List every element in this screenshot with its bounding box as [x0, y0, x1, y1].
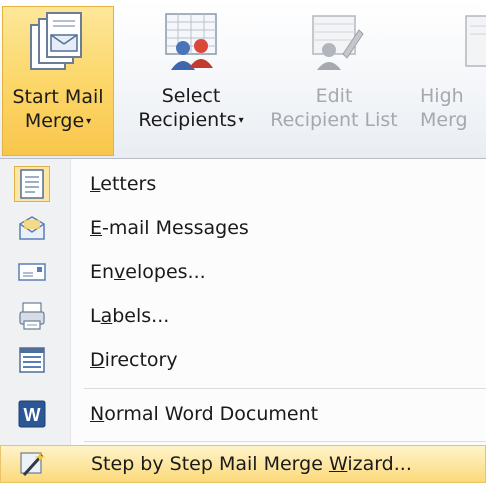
accelerator-key: L [90, 173, 101, 195]
accelerator-key: a [100, 305, 113, 327]
label-text: etters [100, 173, 157, 195]
edit-recipient-list-label-line2: Recipient List [270, 109, 398, 131]
wizard-icon [15, 446, 51, 482]
svg-text:W: W [24, 405, 41, 425]
directory-icon [14, 342, 50, 378]
accelerator-key: D [90, 349, 105, 371]
menu-item-label: Step by Step Mail Merge Wizard... [91, 453, 412, 475]
accelerator-key: E [90, 217, 103, 239]
highlight-merge-fields-icon [465, 15, 486, 67]
select-recipients-label-line1: Select [161, 85, 221, 107]
select-recipients-label-text: Recipients [138, 109, 237, 131]
accelerator-key: W [328, 453, 348, 475]
highlight-merge-fields-button[interactable]: High Merg [406, 6, 486, 156]
menu-item-label: E-mail Messages [90, 217, 249, 239]
edit-recipient-list-label-line1: Edit [315, 85, 353, 107]
label-text: elopes... [125, 261, 206, 283]
edit-recipient-list-button[interactable]: Edit Recipient List [266, 6, 402, 156]
menu-separator [84, 388, 486, 389]
label-text: Step by Step Mail Merge [91, 453, 329, 475]
menu-item-label: Normal Word Document [90, 403, 318, 425]
email-messages-icon [14, 210, 50, 246]
start-mail-merge-label-line2: Merge ▾ [25, 109, 91, 134]
highlight-merge-fields-label-line2: Merg [420, 109, 468, 131]
menu-item-labels[interactable]: Labels... [0, 295, 486, 337]
select-recipients-label-line2: Recipients ▾ [138, 108, 243, 133]
dropdown-arrow-icon: ▾ [238, 114, 244, 126]
start-mail-merge-label-text: Merge [24, 110, 85, 132]
select-recipients-button[interactable]: Select Recipients ▾ [118, 6, 264, 156]
menu-item-directory[interactable]: Directory [0, 339, 486, 381]
menu-item-label: Labels... [90, 305, 169, 327]
label-text: -mail Messages [102, 217, 249, 239]
label-text: bels... [112, 305, 170, 327]
dropdown-arrow-icon: ▾ [86, 115, 92, 127]
label-text: irectory [104, 349, 178, 371]
start-mail-merge-label-line1: Start Mail [12, 86, 104, 108]
accelerator-key: v [114, 261, 126, 283]
label-text: izard... [347, 453, 412, 475]
menu-item-letters[interactable]: Letters [0, 163, 486, 205]
label-text: En [90, 261, 115, 283]
menu-item-step-by-step-wizard[interactable]: Step by Step Mail Merge Wizard... [0, 445, 486, 483]
label-text: L [90, 305, 101, 327]
start-mail-merge-menu: Letters E-mail Messages Envelopes... Lab… [0, 158, 486, 483]
menu-separator [84, 441, 486, 442]
menu-item-label: Envelopes... [90, 261, 206, 283]
menu-item-envelopes[interactable]: Envelopes... [0, 251, 486, 293]
start-mail-merge-button[interactable]: Start Mail Merge ▾ [2, 6, 114, 156]
edit-recipient-list-icon [312, 15, 364, 70]
labels-icon [14, 298, 50, 334]
word-document-icon: W [14, 396, 50, 432]
accelerator-key: N [90, 403, 105, 425]
label-text: ormal Word Document [104, 403, 319, 425]
letters-icon [14, 166, 50, 202]
menu-item-normal-word-document[interactable]: W Normal Word Document [0, 393, 486, 435]
envelope-icon [14, 254, 50, 290]
menu-item-label: Directory [90, 349, 178, 371]
select-recipients-icon [165, 13, 217, 70]
menu-item-label: Letters [90, 173, 156, 195]
highlight-merge-fields-label-line1: High [420, 85, 464, 107]
mailings-ribbon: Start Mail Merge ▾ Select Recipients ▾ E… [0, 0, 486, 159]
start-mail-merge-icon [30, 12, 82, 70]
menu-item-email-messages[interactable]: E-mail Messages [0, 207, 486, 249]
